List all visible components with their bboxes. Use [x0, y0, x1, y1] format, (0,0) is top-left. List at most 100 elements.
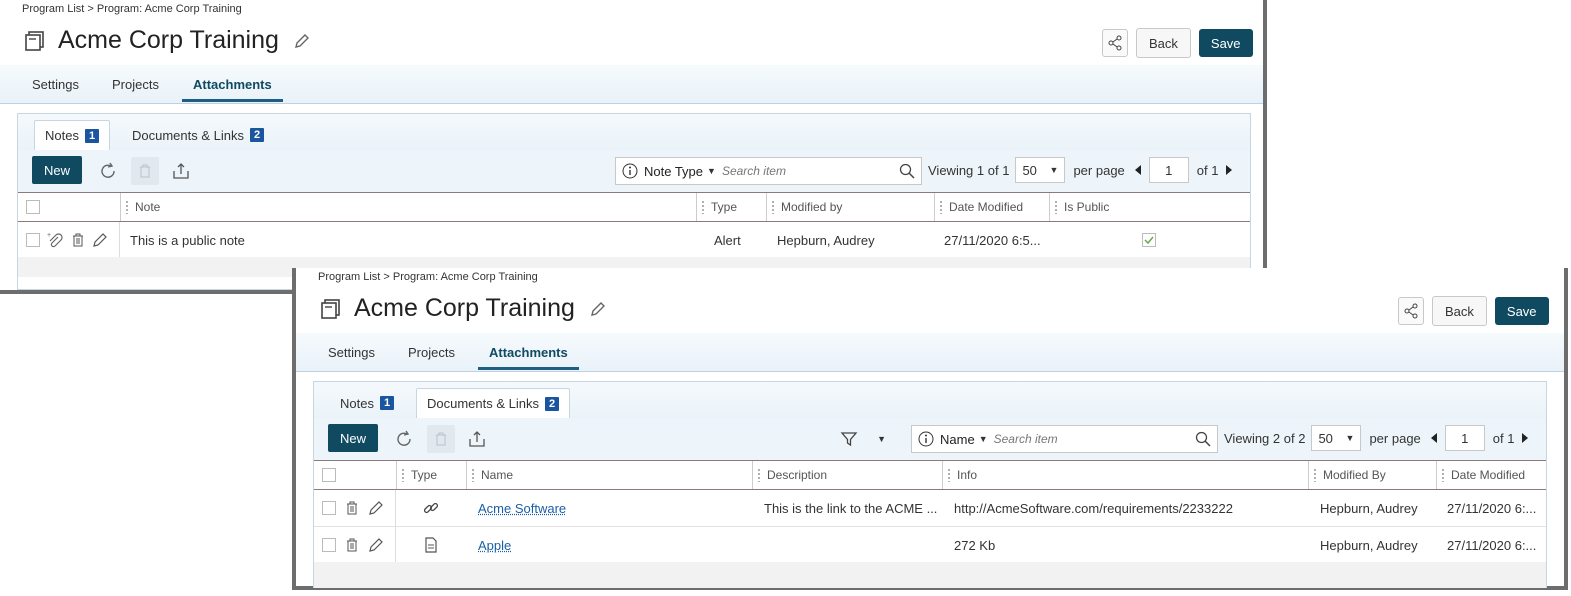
refresh-button[interactable] — [98, 161, 118, 181]
col-date-modified[interactable]: Date Modified — [934, 193, 1048, 221]
col-name[interactable]: Name — [466, 461, 751, 489]
trash-icon — [140, 164, 150, 178]
col-type[interactable]: Type — [696, 193, 765, 221]
document-link[interactable]: Acme Software — [478, 501, 566, 516]
table-row[interactable]: Acme Software This is the link to the AC… — [314, 490, 1546, 527]
is-public-cell — [1142, 222, 1156, 258]
per-page-value: 50 — [1318, 430, 1333, 446]
tab-settings[interactable]: Settings — [328, 345, 375, 360]
prev-page-icon[interactable] — [1134, 165, 1141, 175]
edit-icon[interactable] — [92, 232, 108, 248]
page-header: Acme Corp Training — [320, 294, 607, 323]
search-field-selector[interactable]: Note Type — [644, 164, 703, 179]
col-description[interactable]: Description — [752, 461, 941, 489]
trash-icon[interactable] — [344, 537, 360, 553]
search-input[interactable]: Search item — [722, 164, 899, 178]
tab-attachments[interactable]: Attachments — [478, 345, 579, 370]
search-icon[interactable] — [1195, 431, 1211, 447]
table-row[interactable]: + This is a public note Alert Hepburn, A… — [18, 222, 1250, 259]
search-icon[interactable] — [899, 163, 915, 179]
select-all-checkbox[interactable] — [26, 200, 40, 214]
table-row[interactable]: Apple 272 Kb Hepburn, Audrey 27/11/2020 … — [314, 527, 1546, 564]
col-info[interactable]: Info — [942, 461, 1307, 489]
edit-title-icon[interactable] — [293, 32, 311, 50]
attach-icon[interactable]: + — [46, 231, 64, 249]
col-date-modified[interactable]: Date Modified — [1436, 461, 1545, 489]
per-page-select[interactable]: 50 ▼ — [1311, 425, 1362, 451]
row-checkbox[interactable] — [322, 538, 336, 552]
delete-button[interactable] — [427, 425, 455, 453]
subtab-notes[interactable]: Notes 1 — [34, 120, 111, 151]
select-all-cell — [314, 461, 394, 489]
delete-button[interactable] — [131, 157, 159, 185]
info-cell: 272 Kb — [954, 537, 996, 553]
program-icon — [321, 298, 340, 319]
chevron-down-icon: ▼ — [1345, 433, 1355, 443]
select-all-checkbox[interactable] — [322, 468, 336, 482]
export-button[interactable] — [467, 429, 487, 449]
col-is-public[interactable]: Is Public — [1049, 193, 1249, 221]
search-box[interactable]: Name ▼ Search item — [911, 425, 1218, 453]
sub-tabs: Notes 1 Documents & Links 2 — [18, 114, 1250, 151]
main-tabs: Settings Projects Attachments — [296, 333, 1564, 372]
filter-button[interactable]: ▼ — [840, 429, 886, 449]
tab-attachments[interactable]: Attachments — [182, 77, 283, 102]
row-actions — [322, 490, 384, 526]
row-checkbox[interactable] — [26, 233, 40, 247]
date-modified-cell: 27/11/2020 6:... — [1447, 537, 1537, 553]
breadcrumb[interactable]: Program List > Program: Acme Corp Traini… — [318, 271, 538, 283]
share-button[interactable] — [1102, 29, 1128, 57]
modified-by-cell: Hepburn, Audrey — [1320, 537, 1418, 553]
col-modified-by[interactable]: Modified By — [1308, 461, 1435, 489]
notes-count-badge: 1 — [379, 396, 395, 410]
grip-icon — [1054, 200, 1058, 214]
notes-panel-window: Program List > Program: Acme Corp Traini… — [0, 0, 1267, 294]
subtab-documents-links[interactable]: Documents & Links 2 — [416, 388, 571, 419]
back-button[interactable]: Back — [1136, 28, 1191, 58]
documents-count-badge: 2 — [250, 128, 265, 142]
back-button[interactable]: Back — [1432, 296, 1487, 326]
new-button[interactable]: New — [32, 156, 83, 184]
save-button[interactable]: Save — [1494, 297, 1549, 325]
documents-grid: Type Name Description Info Modified By D… — [314, 460, 1546, 588]
tab-projects[interactable]: Projects — [408, 345, 455, 360]
edit-icon[interactable] — [368, 500, 384, 516]
date-modified-cell: 27/11/2020 6:5... — [944, 232, 1041, 248]
next-page-icon[interactable] — [1226, 165, 1233, 175]
header-buttons: Back Save — [1102, 28, 1253, 58]
prev-page-icon[interactable] — [1430, 433, 1437, 443]
per-page-select[interactable]: 50 ▼ — [1015, 157, 1066, 183]
col-modified-by[interactable]: Modified by — [766, 193, 933, 221]
subtab-documents-links[interactable]: Documents & Links 2 — [122, 120, 274, 150]
page-number-input[interactable]: 1 — [1444, 425, 1485, 451]
col-type-label: Type — [411, 468, 438, 482]
refresh-button[interactable] — [394, 429, 414, 449]
trash-icon — [436, 432, 446, 446]
search-field-selector[interactable]: Name — [940, 432, 975, 447]
share-icon — [1404, 303, 1418, 319]
col-type[interactable]: Type — [396, 461, 465, 489]
trash-icon[interactable] — [344, 500, 360, 516]
page-title: Acme Corp Training — [58, 26, 279, 54]
tab-projects[interactable]: Projects — [112, 77, 159, 92]
page-header: Acme Corp Training — [24, 26, 311, 55]
breadcrumb[interactable]: Program List > Program: Acme Corp Traini… — [22, 3, 242, 15]
search-input[interactable]: Search item — [994, 432, 1195, 446]
row-checkbox[interactable] — [322, 501, 336, 515]
trash-icon[interactable] — [70, 232, 86, 248]
new-button[interactable]: New — [328, 424, 379, 452]
export-button[interactable] — [171, 161, 191, 181]
share-button[interactable] — [1398, 297, 1424, 325]
is-public-checkbox — [1142, 233, 1156, 247]
page-number-input[interactable]: 1 — [1148, 157, 1189, 183]
next-page-icon[interactable] — [1522, 433, 1529, 443]
subtab-notes[interactable]: Notes 1 — [330, 388, 404, 418]
tab-settings[interactable]: Settings — [32, 77, 79, 92]
col-note[interactable]: Note — [120, 193, 695, 221]
save-button[interactable]: Save — [1198, 29, 1253, 57]
edit-icon[interactable] — [368, 537, 384, 553]
of-pages-label: of 1 — [1492, 430, 1515, 446]
search-box[interactable]: Note Type ▼ Search item — [615, 157, 922, 185]
edit-title-icon[interactable] — [589, 300, 607, 318]
document-link[interactable]: Apple — [478, 538, 511, 553]
